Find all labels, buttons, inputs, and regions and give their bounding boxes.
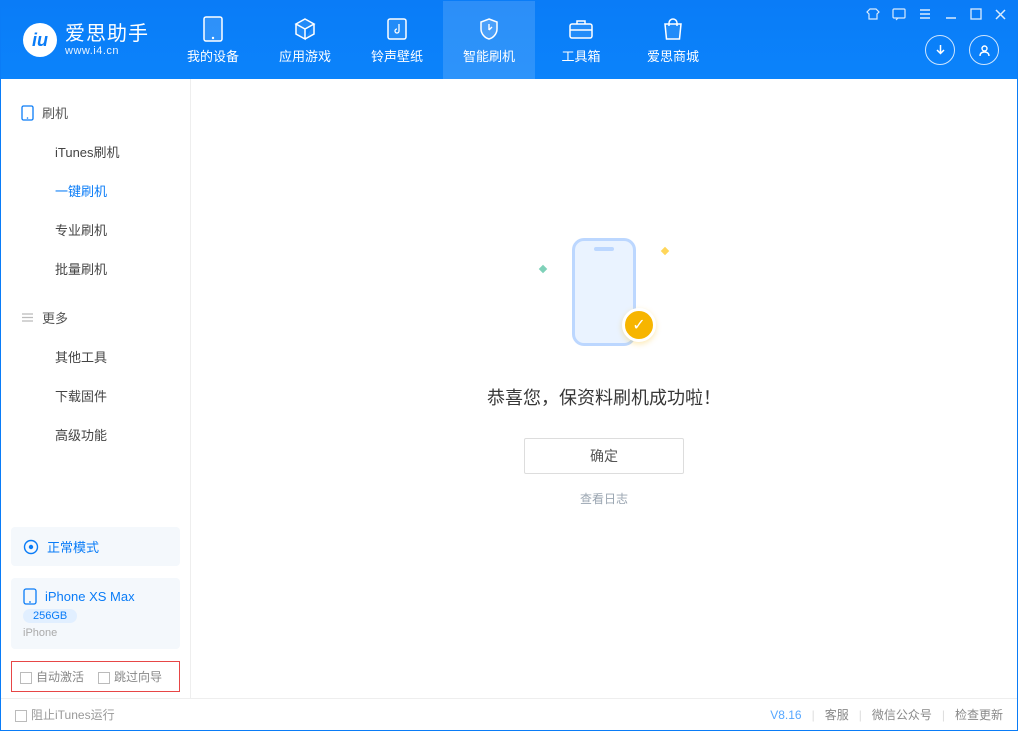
check-circle-icon: ✓ xyxy=(622,308,656,342)
sidebar-item-advanced[interactable]: 高级功能 xyxy=(1,415,190,454)
section-label: 更多 xyxy=(42,308,68,327)
section-label: 刷机 xyxy=(42,103,68,122)
app-title: 爱思助手 xyxy=(65,23,149,45)
support-link[interactable]: 客服 xyxy=(825,706,849,723)
success-illustration: ✓ xyxy=(544,230,664,350)
checkbox-auto-activate[interactable]: 自动激活 xyxy=(20,668,84,685)
main-tabs: 我的设备 应用游戏 铃声壁纸 智能刷机 工具箱 爱思商城 xyxy=(167,1,719,79)
window-controls xyxy=(866,7,1007,21)
tab-label: 我的设备 xyxy=(187,46,239,65)
sidebar-item-other[interactable]: 其他工具 xyxy=(1,337,190,376)
tab-label: 智能刷机 xyxy=(463,46,515,65)
tab-toolbox[interactable]: 工具箱 xyxy=(535,1,627,79)
tab-label: 铃声壁纸 xyxy=(371,46,423,65)
device-card[interactable]: iPhone XS Max 256GB iPhone xyxy=(11,578,180,649)
tab-label: 应用游戏 xyxy=(279,46,331,65)
logo-icon: iu xyxy=(23,23,57,57)
tab-apps[interactable]: 应用游戏 xyxy=(259,1,351,79)
music-note-icon xyxy=(384,16,410,42)
phone-icon xyxy=(21,105,34,121)
checkbox-block-itunes[interactable]: 阻止iTunes运行 xyxy=(15,706,115,723)
sidebar-item-batch[interactable]: 批量刷机 xyxy=(1,249,190,288)
option-label: 自动激活 xyxy=(36,670,84,684)
header-actions xyxy=(925,35,999,65)
header: iu 爱思助手 www.i4.cn 我的设备 应用游戏 铃声壁纸 智能刷机 xyxy=(1,1,1017,79)
sidebar: 刷机 iTunes刷机 一键刷机 专业刷机 批量刷机 更多 其他工具 下载固件 … xyxy=(1,79,191,698)
success-message: 恭喜您，保资料刷机成功啦！ xyxy=(487,384,721,410)
main-panel: ✓ 恭喜您，保资料刷机成功啦！ 确定 查看日志 xyxy=(191,79,1017,698)
toolbox-icon xyxy=(568,16,594,42)
sidebar-section-flash: 刷机 xyxy=(1,93,190,132)
wechat-link[interactable]: 微信公众号 xyxy=(872,706,932,723)
sidebar-item-oneclick[interactable]: 一键刷机 xyxy=(1,171,190,210)
footer-label: 阻止iTunes运行 xyxy=(31,708,115,722)
body: 刷机 iTunes刷机 一键刷机 专业刷机 批量刷机 更多 其他工具 下载固件 … xyxy=(1,79,1017,698)
device-mode[interactable]: 正常模式 xyxy=(11,527,180,566)
tab-smart-flash[interactable]: 智能刷机 xyxy=(443,1,535,79)
tab-label: 工具箱 xyxy=(561,46,600,65)
app-url: www.i4.cn xyxy=(65,45,149,57)
device-name: iPhone XS Max xyxy=(45,589,135,604)
device-storage: 256GB xyxy=(23,609,77,623)
mode-label: 正常模式 xyxy=(47,537,99,556)
sidebar-item-firmware[interactable]: 下载固件 xyxy=(1,376,190,415)
app-window: iu 爱思助手 www.i4.cn 我的设备 应用游戏 铃声壁纸 智能刷机 xyxy=(0,0,1018,731)
tab-ringtone[interactable]: 铃声壁纸 xyxy=(351,1,443,79)
sidebar-item-itunes[interactable]: iTunes刷机 xyxy=(1,132,190,171)
cube-icon xyxy=(292,16,318,42)
device-icon xyxy=(200,16,226,42)
ok-button[interactable]: 确定 xyxy=(524,438,684,474)
skin-icon[interactable] xyxy=(866,7,880,21)
feedback-icon[interactable] xyxy=(892,7,906,21)
tab-store[interactable]: 爱思商城 xyxy=(627,1,719,79)
options-row: 自动激活 跳过向导 xyxy=(11,661,180,692)
version-label: V8.16 xyxy=(770,708,801,722)
close-icon[interactable] xyxy=(994,7,1007,21)
sidebar-item-pro[interactable]: 专业刷机 xyxy=(1,210,190,249)
checkbox-skip-guide[interactable]: 跳过向导 xyxy=(98,668,162,685)
sidebar-section-more: 更多 xyxy=(1,298,190,337)
view-log-link[interactable]: 查看日志 xyxy=(580,490,628,507)
tab-my-device[interactable]: 我的设备 xyxy=(167,1,259,79)
footer: 阻止iTunes运行 V8.16 | 客服 | 微信公众号 | 检查更新 xyxy=(1,698,1017,730)
tab-label: 爱思商城 xyxy=(647,46,699,65)
option-label: 跳过向导 xyxy=(114,670,162,684)
minimize-icon[interactable] xyxy=(944,7,958,21)
logo: iu 爱思助手 www.i4.cn xyxy=(1,23,167,57)
shield-icon xyxy=(476,16,502,42)
check-update-link[interactable]: 检查更新 xyxy=(955,706,1003,723)
device-type: iPhone xyxy=(23,627,168,639)
user-button[interactable] xyxy=(969,35,999,65)
maximize-icon[interactable] xyxy=(970,7,982,21)
download-button[interactable] xyxy=(925,35,955,65)
bag-icon xyxy=(660,16,686,42)
menu-icon[interactable] xyxy=(918,7,932,21)
mode-icon xyxy=(23,539,39,555)
device-phone-icon xyxy=(23,588,37,605)
menu-lines-icon xyxy=(21,311,34,324)
